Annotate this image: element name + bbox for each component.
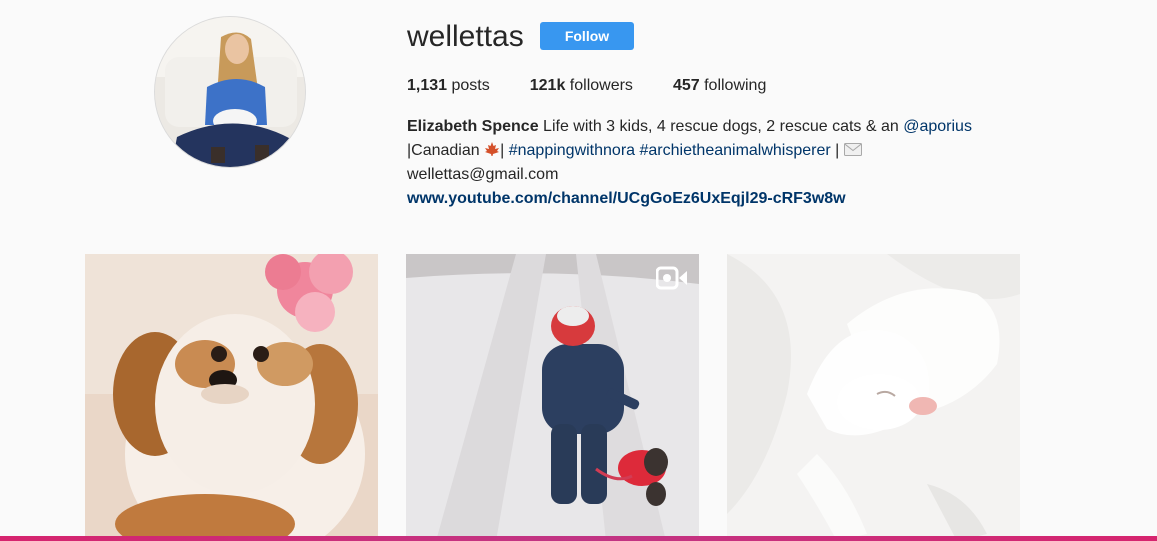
bio-email: wellettas@gmail.com	[407, 166, 559, 183]
profile-avatar[interactable]	[154, 16, 306, 168]
hashtag-link[interactable]: #nappingwithnora	[509, 142, 635, 159]
followers-stat[interactable]: 121k followers	[530, 76, 633, 96]
website-link[interactable]: www.youtube.com/channel/UCgGoEz6UxEqjl29…	[407, 190, 846, 207]
bio-text: Life with 3 kids, 4 rescue dogs, 2 rescu…	[538, 118, 904, 135]
bio-text: |	[830, 142, 844, 159]
profile-username: wellettas	[407, 20, 524, 53]
envelope-icon	[843, 143, 862, 156]
profile-stats: 1,131 posts 121k followers 457 following	[407, 76, 806, 96]
following-count: 457	[672, 77, 700, 94]
bio-line-3: wellettas@gmail.com	[407, 163, 1047, 187]
following-label: following	[704, 77, 767, 94]
bio-text: |	[500, 142, 509, 159]
following-stat[interactable]: 457 following	[673, 76, 766, 96]
post-thumbnail[interactable]	[406, 254, 699, 541]
posts-count: 1,131	[407, 77, 448, 94]
post-image	[85, 254, 378, 541]
posts-label: posts	[451, 77, 490, 94]
posts-stat: 1,131 posts	[407, 76, 490, 96]
avatar-image	[155, 17, 305, 167]
accent-bar	[0, 536, 1157, 541]
video-camera-icon	[656, 266, 687, 290]
bio-line-2: |Canadian | #nappingwithnora #archiethea…	[407, 139, 1047, 163]
post-thumbnail[interactable]	[727, 254, 1020, 541]
profile-bio: Elizabeth Spence Life with 3 kids, 4 res…	[407, 115, 1047, 211]
followers-count: 121k	[529, 77, 566, 94]
follow-button[interactable]: Follow	[540, 22, 634, 50]
maple-leaf-icon	[485, 142, 500, 156]
bio-line-4: www.youtube.com/channel/UCgGoEz6UxEqjl29…	[407, 187, 1047, 211]
post-image	[406, 254, 699, 541]
bio-text: |Canadian	[407, 142, 485, 159]
bio-line-1: Elizabeth Spence Life with 3 kids, 4 res…	[407, 115, 1047, 139]
profile-full-name: Elizabeth Spence	[407, 118, 539, 135]
post-thumbnail[interactable]	[85, 254, 378, 541]
mention-link[interactable]: @aporius	[903, 118, 972, 135]
post-image	[727, 254, 1020, 541]
hashtag-link[interactable]: #archietheanimalwhisperer	[640, 142, 831, 159]
followers-label: followers	[569, 77, 633, 94]
